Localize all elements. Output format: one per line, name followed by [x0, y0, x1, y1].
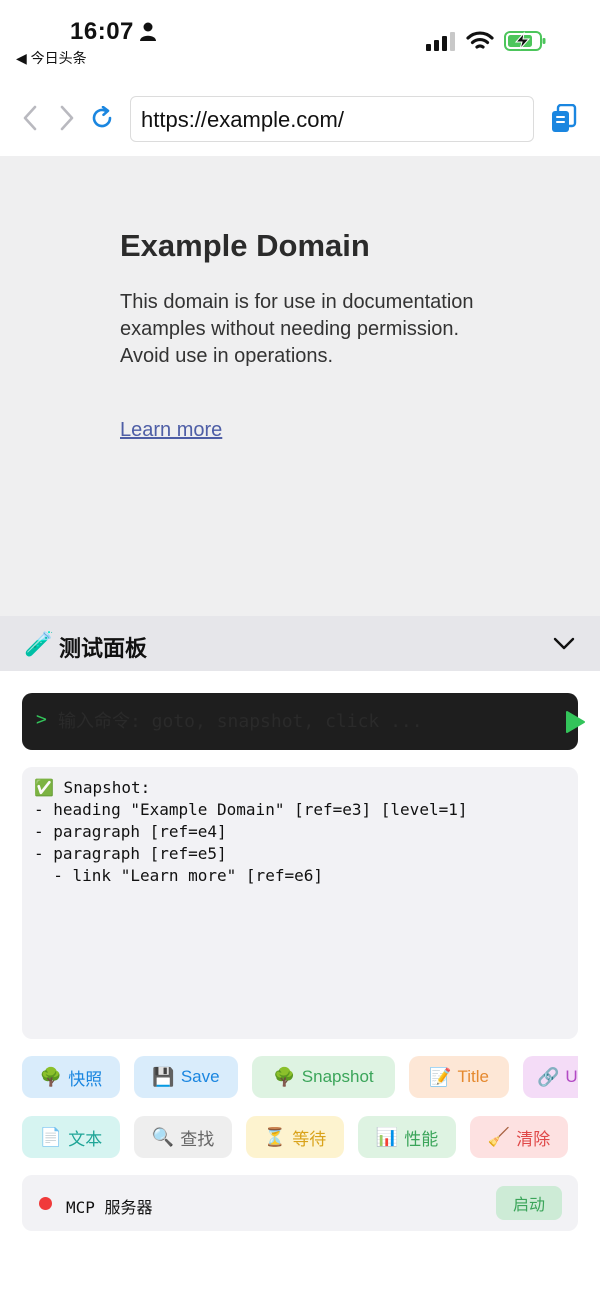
output-line: ✅ Snapshot: — [34, 778, 151, 797]
wifi-icon — [466, 31, 494, 49]
tree-icon: 🌳 — [39, 1066, 63, 1087]
command-input[interactable] — [58, 705, 528, 737]
status-bar: 16:07 ◀ 今日头条 — [0, 0, 600, 78]
mcp-server-panel: MCP 服务器 启动 — [22, 1175, 578, 1231]
title-button[interactable]: 📝 Title — [409, 1056, 509, 1098]
document-icon: 📄 — [39, 1126, 63, 1147]
chevron-down-icon[interactable] — [552, 634, 576, 652]
wait-button[interactable]: ⏳ 等待 — [246, 1116, 344, 1158]
button-label: 文本 — [68, 1129, 103, 1149]
button-label: Title — [457, 1067, 489, 1086]
snapshot-cn-button[interactable]: 🌳 快照 — [22, 1056, 120, 1098]
text-button[interactable]: 📄 文本 — [22, 1116, 120, 1158]
cellular-signal-icon — [426, 32, 455, 51]
command-prompt: > — [36, 709, 47, 730]
back-button[interactable] — [17, 105, 43, 131]
reload-button[interactable] — [89, 105, 115, 131]
address-bar[interactable]: https://example.com/ — [130, 96, 534, 142]
bar-chart-icon: 📊 — [375, 1126, 399, 1147]
button-label: 快照 — [68, 1069, 103, 1089]
person-icon — [140, 22, 156, 41]
output-line: - paragraph [ref=e5] — [34, 844, 227, 863]
link-icon: 🔗 — [537, 1066, 560, 1087]
page-heading: Example Domain — [120, 228, 370, 263]
page-paragraph: This domain is for use in documentation … — [120, 291, 474, 367]
action-row-2: 📄 文本 🔍 查找 ⏳ 等待 📊 性能 🧹 清除 — [22, 1116, 568, 1158]
reload-icon — [92, 106, 112, 128]
test-tube-icon: 🧪 — [24, 631, 54, 658]
play-icon[interactable] — [564, 710, 586, 734]
broom-icon: 🧹 — [487, 1126, 511, 1147]
button-label: Save — [180, 1067, 220, 1086]
chevron-right-icon — [60, 105, 74, 131]
test-panel-header[interactable]: 🧪 测试面板 — [0, 616, 600, 671]
save-button[interactable]: 💾 Save — [134, 1056, 238, 1098]
back-to-app-link[interactable]: ◀ 今日头条 — [16, 48, 87, 68]
snapshot-button[interactable]: 🌳 Snapshot — [252, 1056, 395, 1098]
command-bar: > — [22, 693, 585, 750]
action-row-1: 🌳 快照 💾 Save 🌳 Snapshot 📝 Title 🔗 URL — [22, 1056, 578, 1098]
button-label: URL — [565, 1067, 578, 1086]
tree-icon: 🌳 — [273, 1066, 296, 1087]
button-label: 性能 — [404, 1129, 439, 1149]
status-icons — [426, 30, 546, 52]
browser-toolbar: https://example.com/ — [0, 78, 600, 156]
status-dot — [39, 1197, 52, 1210]
chevron-left-icon — [23, 105, 37, 131]
status-time: 16:07 — [70, 18, 134, 45]
output-line: - link "Learn more" [ref=e6] — [34, 866, 323, 885]
learn-more-link[interactable]: Learn more — [120, 419, 222, 442]
forward-button[interactable] — [54, 105, 80, 131]
url-button[interactable]: 🔗 URL — [523, 1056, 578, 1098]
start-server-button[interactable]: 启动 — [496, 1186, 562, 1220]
copy-icon[interactable] — [550, 104, 578, 134]
url-text: https://example.com/ — [141, 107, 344, 132]
button-label: 清除 — [516, 1129, 551, 1149]
output-line: - paragraph [ref=e4] — [34, 822, 227, 841]
magnifier-icon: 🔍 — [151, 1126, 175, 1147]
floppy-disk-icon: 💾 — [152, 1066, 175, 1087]
webpage-content: Example Domain This domain is for use in… — [0, 156, 600, 616]
button-label: 查找 — [180, 1129, 215, 1149]
find-button[interactable]: 🔍 查找 — [134, 1116, 232, 1158]
memo-icon: 📝 — [429, 1066, 452, 1087]
button-label: 等待 — [292, 1129, 327, 1149]
mcp-server-label: MCP 服务器 — [66, 1198, 153, 1217]
clear-button[interactable]: 🧹 清除 — [470, 1116, 568, 1158]
button-label: Snapshot — [301, 1067, 374, 1086]
hourglass-icon: ⏳ — [263, 1126, 287, 1147]
action-row-1-scroller[interactable]: 🌳 快照 💾 Save 🌳 Snapshot 📝 Title 🔗 URL — [0, 1050, 578, 1106]
test-panel-title: 测试面板 — [59, 636, 148, 661]
battery-charging-icon — [504, 31, 546, 51]
performance-button[interactable]: 📊 性能 — [358, 1116, 456, 1158]
output-line: - heading "Example Domain" [ref=e3] [lev… — [34, 800, 468, 819]
output-console: ✅ Snapshot: - heading "Example Domain" [… — [22, 767, 578, 1039]
